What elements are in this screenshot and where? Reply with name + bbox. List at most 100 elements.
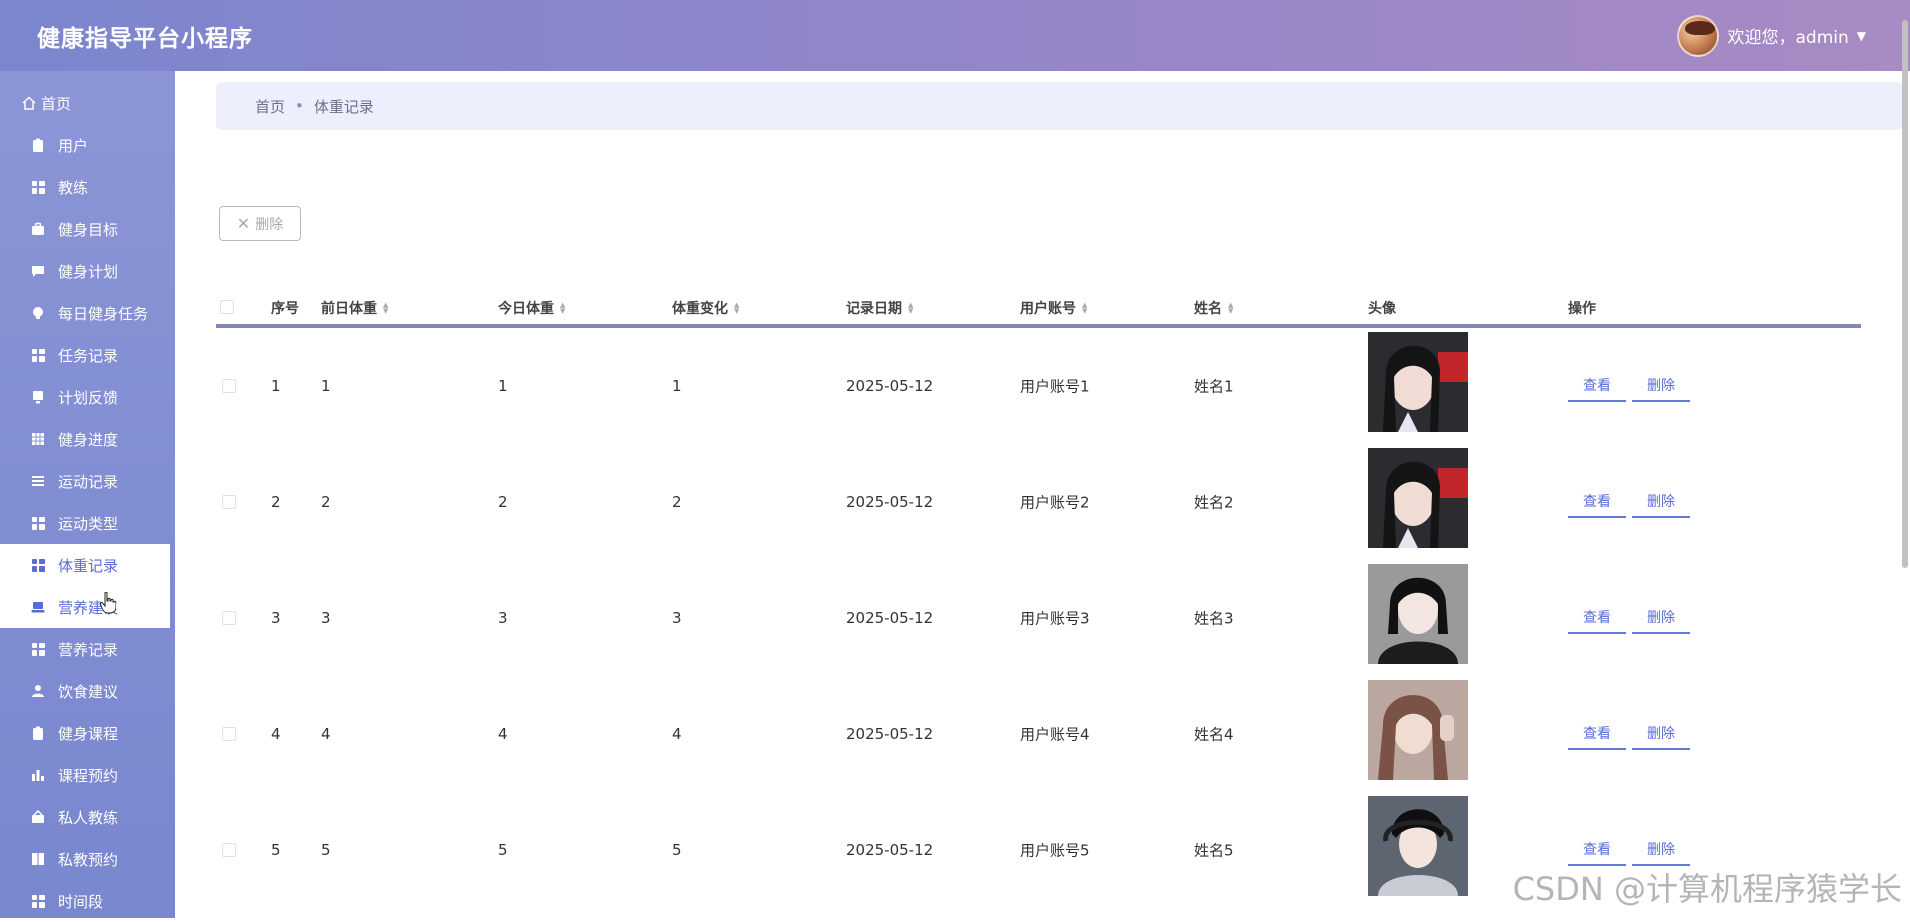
row-operations: 查看 删除 [1568,370,1690,402]
row-operations: 查看 删除 [1568,602,1690,634]
row-checkbox[interactable] [222,379,236,393]
sort-icon[interactable]: ▲▼ [383,302,388,314]
sidebar-item-home[interactable]: 首页 [0,82,175,124]
user-menu[interactable]: 欢迎您，admin ▼ [1677,15,1866,57]
caret-down-icon[interactable]: ▼ [1857,29,1866,43]
cell-weight-change: 3 [672,609,682,627]
table-row: 1 1 1 1 2025-05-12 用户账号1 姓名1 查看 删除 [216,328,1861,444]
row-checkbox[interactable] [222,727,236,741]
header-prev-weight[interactable]: 前日体重▲▼ [321,298,388,318]
welcome-text[interactable]: 欢迎您，admin [1727,23,1848,48]
cell-user-account: 用户账号5 [1020,840,1090,861]
delete-button[interactable]: 删除 [1632,834,1690,866]
avatar[interactable] [1677,15,1719,57]
view-button[interactable]: 查看 [1568,486,1626,518]
delete-button[interactable]: 删除 [1632,486,1690,518]
sidebar-item-progress[interactable]: 健身进度 [0,418,175,460]
sidebar-item-nutrition-record[interactable]: 营养记录 [0,628,175,670]
row-checkbox[interactable] [222,495,236,509]
cell-prev-weight: 1 [321,377,331,395]
sidebar-item-weight-record[interactable]: 体重记录 [0,544,170,586]
select-all-checkbox[interactable] [220,300,234,314]
cell-index: 3 [271,609,281,627]
header-user-account[interactable]: 用户账号▲▼ [1020,298,1087,318]
cell-record-date: 2025-05-12 [846,725,933,743]
clipboard-icon [30,725,46,741]
sidebar-item-feedback[interactable]: 计划反馈 [0,376,175,418]
delete-button[interactable]: 删除 [1632,370,1690,402]
sidebar-item-time-slot[interactable]: 时间段 [0,880,175,922]
sort-icon[interactable]: ▲▼ [1082,302,1087,314]
cell-prev-weight: 4 [321,725,331,743]
sidebar: 首页 用户 教练 健身目标 健身计划 每日健身任务 任务记录 计划反馈 健身进度… [0,71,175,918]
sidebar-item-nutrition-advice[interactable]: 营养建议 [0,586,170,628]
sidebar-item-task-record[interactable]: 任务记录 [0,334,175,376]
sidebar-item-goal[interactable]: 健身目标 [0,208,175,250]
row-checkbox[interactable] [222,843,236,857]
cell-today-weight: 1 [498,377,508,395]
grid-icon [30,641,46,657]
table-row: 2 2 2 2 2025-05-12 用户账号2 姓名2 查看 删除 [216,444,1861,560]
grid-icon [30,515,46,531]
bar-chart-icon [30,767,46,783]
row-operations: 查看 删除 [1568,486,1690,518]
home-icon [21,95,37,111]
avatar-photo[interactable] [1368,448,1468,548]
cell-name: 姓名4 [1194,724,1234,745]
sidebar-item-exercise-type[interactable]: 运动类型 [0,502,175,544]
delete-button[interactable]: 删除 [1632,602,1690,634]
sidebar-item-label: 健身目标 [58,219,118,240]
sidebar-item-course-booking[interactable]: 课程预约 [0,754,175,796]
sidebar-item-private-booking[interactable]: 私教预约 [0,838,175,880]
book-icon [30,851,46,867]
sort-icon[interactable]: ▲▼ [734,302,739,314]
cell-name: 姓名5 [1194,840,1234,861]
row-operations: 查看 删除 [1568,718,1690,750]
cell-record-date: 2025-05-12 [846,609,933,627]
header-today-weight[interactable]: 今日体重▲▼ [498,298,565,318]
breadcrumb-home[interactable]: 首页 [255,96,285,117]
header-record-date[interactable]: 记录日期▲▼ [846,298,913,318]
sidebar-item-coach[interactable]: 教练 [0,166,175,208]
sidebar-item-course[interactable]: 健身课程 [0,712,175,754]
sort-icon[interactable]: ▲▼ [1228,302,1233,314]
cell-user-account: 用户账号3 [1020,608,1090,629]
sidebar-item-label: 私教预约 [58,849,118,870]
avatar-photo[interactable] [1368,796,1468,896]
sort-icon[interactable]: ▲▼ [560,302,565,314]
sidebar-item-daily-task[interactable]: 每日健身任务 [0,292,175,334]
view-button[interactable]: 查看 [1568,834,1626,866]
header-weight-change[interactable]: 体重变化▲▼ [672,298,739,318]
table-row: 3 3 3 3 2025-05-12 用户账号3 姓名3 查看 删除 [216,560,1861,676]
grid-icon [30,557,46,573]
sidebar-item-label: 计划反馈 [58,387,118,408]
sidebar-item-exercise-record[interactable]: 运动记录 [0,460,175,502]
briefcase-icon [30,221,46,237]
sidebar-item-plan[interactable]: 健身计划 [0,250,175,292]
delete-button[interactable]: 删除 [1632,718,1690,750]
sidebar-item-label: 饮食建议 [58,681,118,702]
header-index: 序号 [271,298,299,318]
view-button[interactable]: 查看 [1568,602,1626,634]
app-title: 健康指导平台小程序 [37,19,253,53]
avatar-photo[interactable] [1368,332,1468,432]
cell-index: 5 [271,841,281,859]
bulb-icon [30,305,46,321]
batch-delete-button[interactable]: ✕ 删除 [219,206,301,241]
cell-user-account: 用户账号1 [1020,376,1090,397]
header-name[interactable]: 姓名▲▼ [1194,298,1233,318]
sidebar-item-private-coach[interactable]: 私人教练 [0,796,175,838]
cell-today-weight: 3 [498,609,508,627]
row-checkbox[interactable] [222,611,236,625]
view-button[interactable]: 查看 [1568,718,1626,750]
sidebar-item-diet-advice[interactable]: 饮食建议 [0,670,175,712]
cell-index: 2 [271,493,281,511]
view-button[interactable]: 查看 [1568,370,1626,402]
avatar-photo[interactable] [1368,680,1468,780]
page-scrollbar[interactable] [1902,20,1908,568]
sidebar-item-label: 任务记录 [58,345,118,366]
avatar-photo[interactable] [1368,564,1468,664]
sidebar-item-label: 运动记录 [58,471,118,492]
sidebar-item-users[interactable]: 用户 [0,124,175,166]
sort-icon[interactable]: ▲▼ [908,302,913,314]
